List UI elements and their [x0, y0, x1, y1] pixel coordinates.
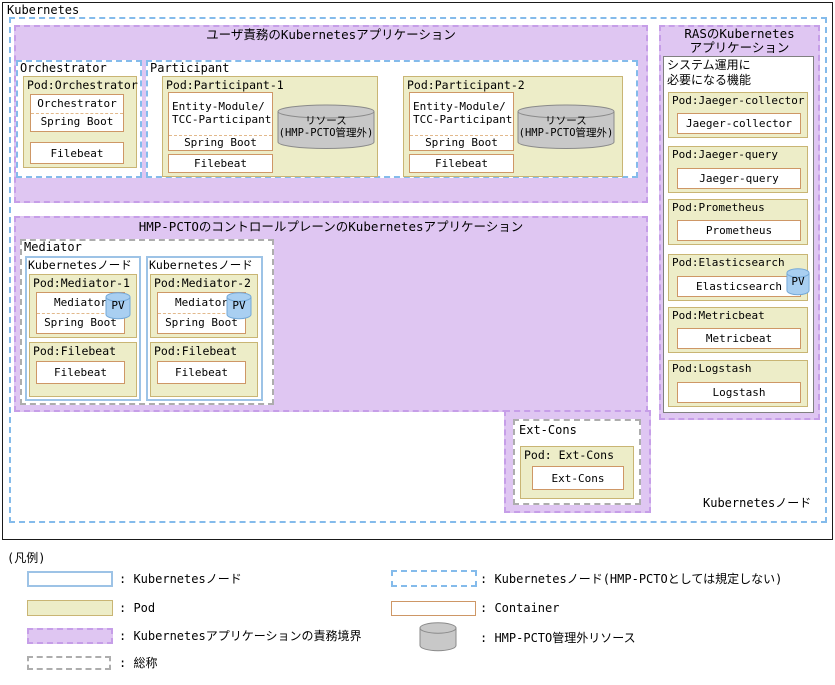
ras-pod-jaeger-query-label: Pod:Jaeger-query	[669, 147, 807, 164]
participant-2-app-line2: TCC-Participant	[413, 114, 512, 127]
prometheus-container: Prometheus	[677, 220, 801, 241]
resource-line2: (HMP-PCTO管理外)	[279, 127, 374, 139]
legend-container-label: : Container	[480, 602, 559, 616]
orchestrator-app-label: Orchestrator	[31, 95, 123, 113]
mediator-2-pv-label: PV	[226, 300, 252, 313]
legend-title: (凡例)	[7, 552, 45, 566]
legend-boundary-label: : Kubernetesアプリケーションの責務境界	[119, 630, 361, 644]
legend-resource-cylinder	[419, 622, 457, 652]
mediator-1-pv-label: PV	[105, 300, 131, 313]
legend-resource-label: : HMP-PCTO管理外リソース	[480, 632, 636, 646]
jaeger-query-container: Jaeger-query	[677, 168, 801, 189]
orchestrator-filebeat-container: Filebeat	[30, 142, 124, 164]
legend-generic-label: : 総称	[119, 657, 157, 671]
ras-pod-logstash-label: Pod:Logstash	[669, 361, 807, 378]
mediator-pod-1-label: Pod:Mediator-1	[30, 275, 136, 292]
participant-2-filebeat-container: Filebeat	[409, 154, 514, 173]
ext-cons-group-label: Ext-Cons	[519, 424, 577, 438]
participant-1-app-label: Entity-Module/ TCC-Participant	[169, 93, 272, 135]
orchestrator-group-label: Orchestrator	[20, 62, 107, 76]
participant-2-resource-cylinder: リソース (HMP-PCTO管理外)	[517, 104, 615, 150]
participant-2-springboot-label: Spring Boot	[410, 135, 513, 150]
ras-pod-logstash: Pod:Logstash Logstash	[668, 360, 808, 407]
ext-cons-container: Ext-Cons	[532, 466, 624, 490]
ras-pod-metricbeat-label: Pod:Metricbeat	[669, 308, 807, 325]
mediator-pod-2-label: Pod:Mediator-2	[151, 275, 257, 292]
mediator-node-2-label: Kubernetesノード	[149, 259, 253, 272]
logstash-container: Logstash	[677, 382, 801, 403]
legend-unspecified-node-label: : Kubernetesノード(HMP-PCTOとしては規定しない)	[480, 573, 782, 587]
participant-1-resource-cylinder: リソース (HMP-PCTO管理外)	[277, 104, 375, 150]
elasticsearch-container: Elasticsearch	[677, 276, 801, 297]
legend-pod-label: : Pod	[119, 602, 155, 616]
ras-pod-prometheus-label: Pod:Prometheus	[669, 200, 807, 217]
ras-pod-jaeger-collector: Pod:Jaeger-collector Jaeger-collector	[668, 92, 808, 138]
system-functions-label-line2: 必要になる機能	[667, 74, 751, 88]
participant-1-filebeat-container: Filebeat	[168, 154, 273, 173]
resource-line1: リソース	[305, 115, 346, 127]
ext-cons-pod-label: Pod: Ext-Cons	[521, 447, 633, 464]
ras-pod-jaeger-query: Pod:Jaeger-query Jaeger-query	[668, 146, 808, 193]
cluster-label: Kubernetes	[7, 4, 79, 18]
elasticsearch-pv-cylinder: PV	[786, 268, 810, 296]
participant-2-resource-label: リソース (HMP-PCTO管理外)	[507, 104, 625, 150]
orchestrator-container: Orchestrator Spring Boot	[30, 94, 124, 132]
resource-line1: リソース	[545, 115, 586, 127]
system-functions-label-line1: システム運用に	[667, 59, 751, 73]
mediator-2-pv-cylinder: PV	[226, 292, 252, 320]
jaeger-collector-container: Jaeger-collector	[677, 113, 801, 134]
metricbeat-container: Metricbeat	[677, 328, 801, 349]
mediator-1-pv-cylinder: PV	[105, 292, 131, 320]
mediator-node-1-label: Kubernetesノード	[28, 259, 132, 272]
filebeat-pod-2-label: Pod:Filebeat	[151, 343, 257, 360]
ras-pod-jaeger-collector-label: Pod:Jaeger-collector	[669, 93, 807, 110]
participant-1-resource-label: リソース (HMP-PCTO管理外)	[267, 104, 385, 150]
kubernetes-architecture-diagram: Kubernetes ユーザ責務のKubernetesアプリケーション Orch…	[0, 0, 835, 685]
elasticsearch-pv-label: PV	[786, 276, 810, 289]
mediator-group-label: Mediator	[24, 241, 82, 255]
legend-node-swatch	[27, 571, 113, 587]
filebeat-1-container: Filebeat	[36, 361, 125, 384]
legend-pod-swatch	[27, 600, 113, 616]
orchestrator-springboot-label: Spring Boot	[31, 113, 123, 132]
participant-2-container: Entity-Module/ TCC-Participant Spring Bo…	[409, 92, 514, 151]
legend-node-label: : Kubernetesノード	[119, 573, 242, 587]
orchestrator-pod-label: Pod:Orchestrator	[24, 77, 136, 94]
user-region-title: ユーザ責務のKubernetesアプリケーション	[14, 28, 648, 42]
node-label-bottom-right: Kubernetesノード	[703, 497, 811, 511]
legend-generic-swatch	[27, 656, 111, 670]
legend-unspecified-node-swatch	[391, 570, 477, 587]
legend-container-swatch	[391, 601, 476, 616]
control-region-title: HMP-PCTOのコントロールプレーンのKubernetesアプリケーション	[14, 220, 648, 234]
participant-group-label: Participant	[150, 62, 229, 76]
participant-1-container: Entity-Module/ TCC-Participant Spring Bo…	[168, 92, 273, 151]
filebeat-2-container: Filebeat	[157, 361, 246, 384]
ras-region-title-line2: アプリケーション	[659, 41, 820, 55]
ras-pod-metricbeat: Pod:Metricbeat Metricbeat	[668, 307, 808, 353]
filebeat-pod-1-label: Pod:Filebeat	[30, 343, 136, 360]
ras-pod-prometheus: Pod:Prometheus Prometheus	[668, 199, 808, 245]
legend-boundary-swatch	[27, 628, 113, 644]
participant-1-springboot-label: Spring Boot	[169, 135, 272, 150]
participant-1-app-line2: TCC-Participant	[172, 114, 271, 127]
participant-2-app-label: Entity-Module/ TCC-Participant	[410, 93, 513, 135]
resource-line2: (HMP-PCTO管理外)	[519, 127, 614, 139]
